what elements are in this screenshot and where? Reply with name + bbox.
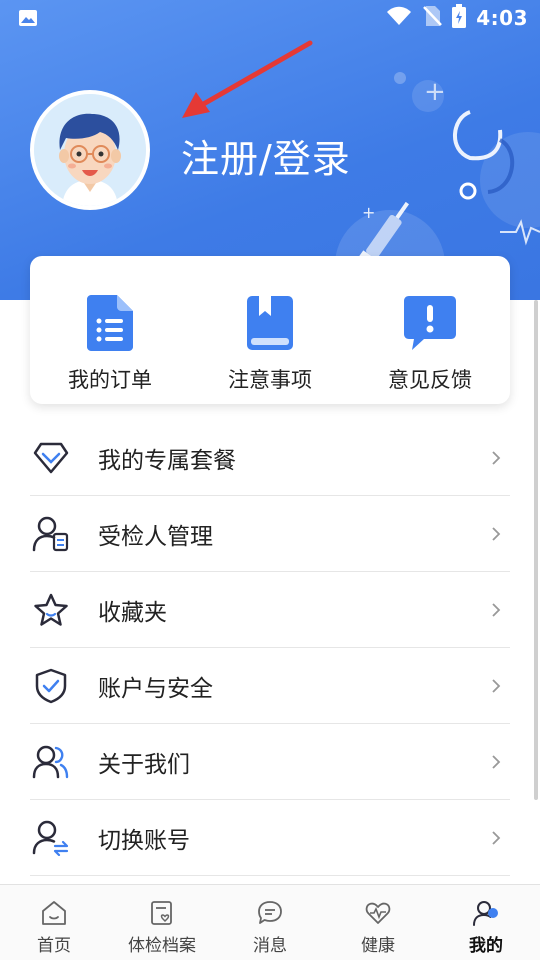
quick-item-orders[interactable]: 我的订单 [30, 256, 190, 404]
menu-item-switch-account[interactable]: 切换账号 [30, 800, 510, 876]
nav-label: 首页 [37, 936, 71, 956]
menu-item-label: 收藏夹 [98, 599, 167, 626]
gallery-notification-icon [18, 8, 38, 32]
battery-icon [452, 4, 467, 32]
nav-label: 体检档案 [128, 936, 196, 956]
avatar[interactable] [30, 90, 150, 210]
quick-item-notes[interactable]: 注意事项 [190, 256, 350, 404]
menu-item-label: 我的专属套餐 [98, 447, 236, 474]
shield-check-icon [32, 667, 70, 705]
quick-item-label: 注意事项 [228, 368, 312, 392]
document-list-icon [82, 294, 138, 352]
menu-item-label: 切换账号 [98, 827, 190, 854]
heart-icon [365, 902, 391, 924]
scrollbar[interactable] [534, 300, 538, 800]
bottom-nav: 首页 体检档案 消息 健康 我的 [0, 884, 540, 960]
doctor-avatar-icon [34, 94, 146, 206]
home-icon [42, 901, 66, 925]
nav-label: 消息 [253, 936, 287, 956]
nav-item-messages[interactable]: 消息 [216, 885, 324, 960]
menu-item-label: 关于我们 [98, 751, 190, 778]
message-icon [258, 901, 282, 924]
profile-icon [473, 901, 498, 926]
status-bar: 4:03 [0, 0, 540, 36]
annotation-arrow-icon [182, 40, 313, 118]
register-login-link[interactable]: 注册/登录 [181, 128, 351, 183]
menu-item-exclusive-package[interactable]: 我的专属套餐 [30, 420, 510, 496]
no-sim-icon [422, 5, 443, 31]
nav-item-records[interactable]: 体检档案 [108, 885, 216, 960]
menu-item-favorites[interactable]: 收藏夹 [30, 572, 510, 648]
switch-account-icon [32, 819, 70, 857]
nav-item-home[interactable]: 首页 [0, 885, 108, 960]
record-icon [151, 901, 172, 925]
settings-menu: 我的专属套餐 受检人管理 收藏夹 账户与安全 关于我们 切换账号 [30, 420, 510, 876]
status-time: 4:03 [476, 6, 528, 30]
feedback-icon [402, 294, 458, 352]
person-card-icon [32, 515, 70, 553]
menu-item-label: 账户与安全 [98, 675, 213, 702]
chevron-right-icon [492, 830, 501, 845]
chevron-right-icon [492, 678, 501, 693]
book-icon [242, 294, 298, 352]
people-icon [32, 743, 70, 781]
diamond-icon [32, 439, 70, 477]
quick-item-label: 我的订单 [68, 368, 152, 392]
menu-item-account-security[interactable]: 账户与安全 [30, 648, 510, 724]
wifi-icon [386, 6, 412, 30]
star-icon [32, 591, 70, 629]
chevron-right-icon [492, 450, 501, 465]
nav-label: 我的 [469, 936, 503, 956]
chevron-right-icon [492, 602, 501, 617]
svg-text:+: + [424, 77, 446, 107]
nav-item-profile[interactable]: 我的 [432, 885, 540, 960]
nav-item-health[interactable]: 健康 [324, 885, 432, 960]
chevron-right-icon [492, 526, 501, 541]
menu-item-examinee-management[interactable]: 受检人管理 [30, 496, 510, 572]
quick-actions-card: 我的订单 注意事项 意见反馈 [30, 256, 510, 404]
chevron-right-icon [492, 754, 501, 769]
profile-header: + + 4:03 注册/登录 [0, 0, 540, 300]
nav-label: 健康 [361, 936, 395, 956]
menu-item-label: 受检人管理 [98, 523, 213, 550]
quick-item-feedback[interactable]: 意见反馈 [350, 256, 510, 404]
quick-item-label: 意见反馈 [388, 368, 472, 392]
menu-item-about-us[interactable]: 关于我们 [30, 724, 510, 800]
